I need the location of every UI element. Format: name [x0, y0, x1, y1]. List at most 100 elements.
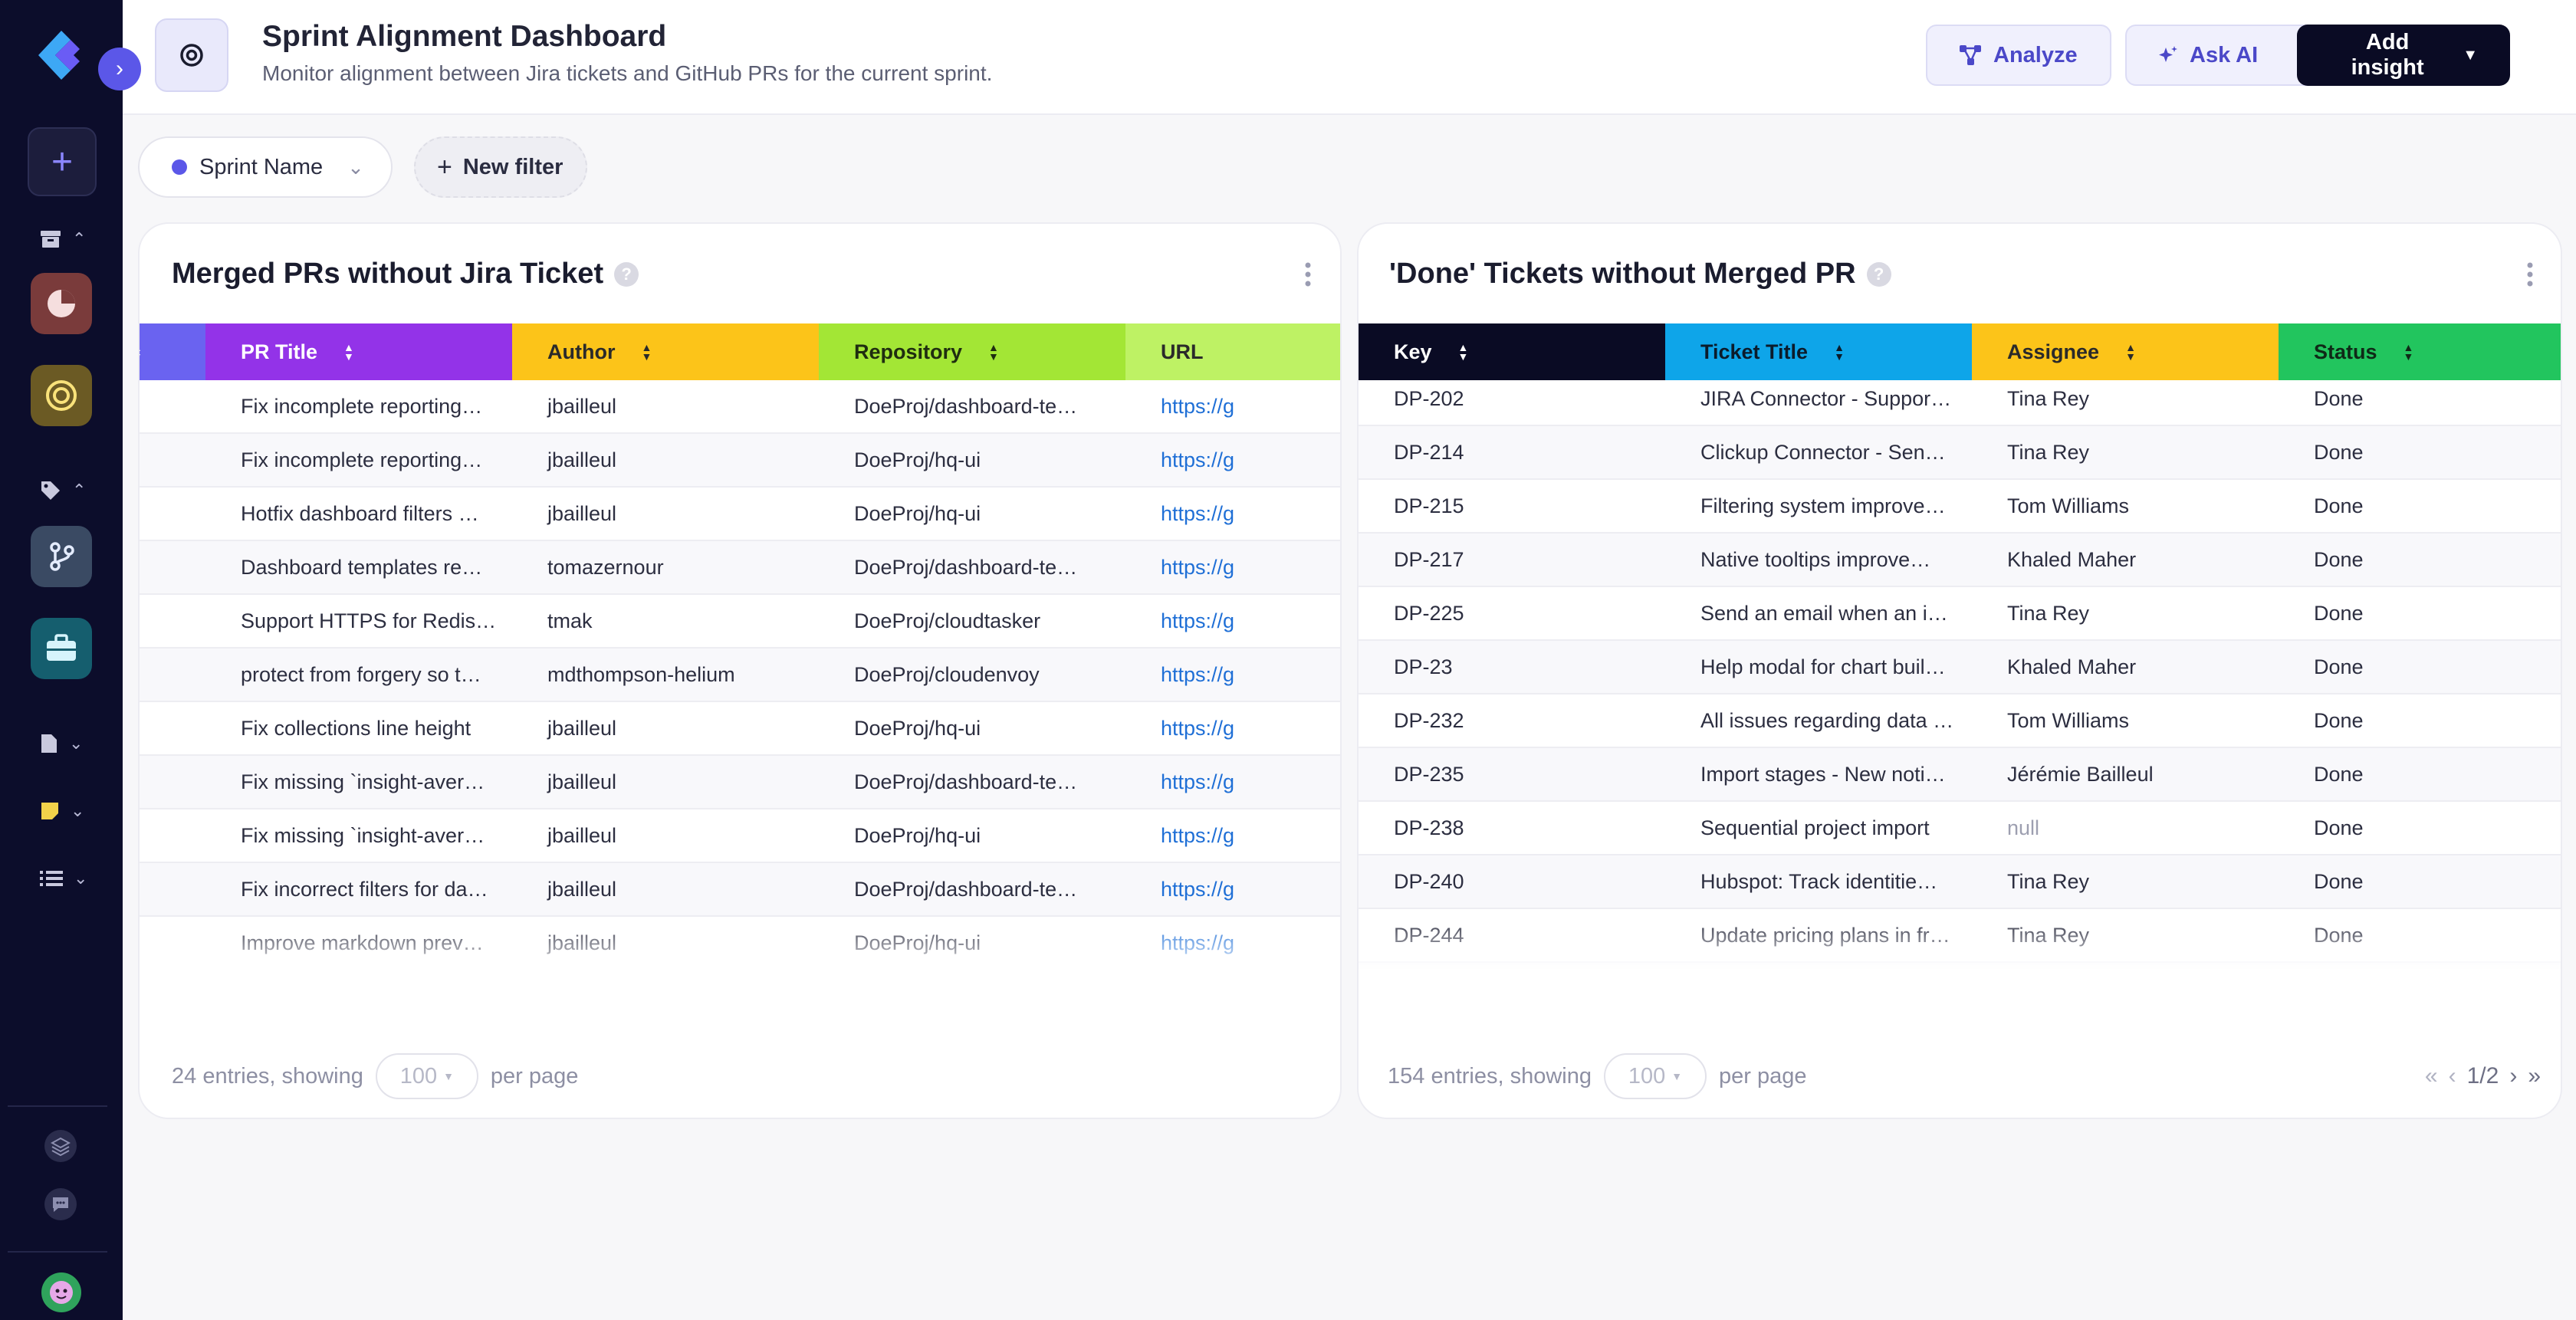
sort-icon[interactable]: ▲▼ — [140, 342, 143, 362]
table-cell-link[interactable]: https://g — [1125, 448, 1340, 472]
table-row[interactable]: 20 Fix incorrect filters for da… jbailleul… — [140, 863, 1340, 917]
create-new-button[interactable]: + — [28, 127, 97, 196]
table-cell: Done — [2314, 494, 2364, 517]
layers-icon[interactable] — [44, 1130, 77, 1162]
table-row[interactable]: DP-235 Import stages - New noti… Jérémie B… — [1359, 748, 2561, 802]
table-row[interactable]: DP-217 Native tooltips improve… Khaled Mah… — [1359, 534, 2561, 587]
document-icon — [41, 734, 57, 753]
sidebar-archive-group-toggle[interactable]: ⌃ — [40, 225, 94, 253]
per-page-select[interactable]: 100 ▼ — [375, 1053, 478, 1099]
column-header[interactable]: Repository ▲ ▼ — [819, 323, 1125, 380]
prev-page-icon[interactable]: ‹ — [2449, 1063, 2456, 1089]
next-page-icon[interactable]: › — [2509, 1063, 2517, 1089]
sidebar-app-workspace[interactable] — [31, 618, 92, 679]
table-row[interactable]: DP-232 All issues regarding data … Tom Wil… — [1359, 694, 2561, 748]
user-avatar[interactable] — [41, 1272, 81, 1312]
table-row[interactable]: DP-240 Hubspot: Track identitie… Tina Rey D… — [1359, 855, 2561, 909]
ask-ai-label: Ask AI — [2190, 42, 2259, 67]
table-row[interactable]: DP-214 Clickup Connector - Sen… Tina Rey Do… — [1359, 426, 2561, 480]
sprint-name-filter[interactable]: Sprint Name ⌄ — [138, 136, 393, 198]
table-row[interactable]: 19 Fix missing `insight-aver… jbailleul Doe… — [140, 809, 1340, 863]
table-row[interactable]: DP-23 Help modal for chart buil… Khaled Ma… — [1359, 641, 2561, 694]
analyze-button[interactable]: Analyze — [1926, 25, 2111, 86]
table-row[interactable]: DP-238 Sequential project import null Done — [1359, 802, 2561, 855]
new-filter-button[interactable]: + New filter — [414, 136, 587, 198]
table-row[interactable]: 24 protect from forgery so t… mdthompson-h… — [140, 649, 1340, 702]
table-cell-link[interactable]: https://g — [1125, 824, 1340, 848]
last-page-icon[interactable]: » — [2528, 1063, 2541, 1089]
table-cell-link[interactable]: https://g — [1125, 770, 1340, 794]
sidebar-app-git[interactable] — [31, 526, 92, 587]
per-page-select[interactable]: 100 ▼ — [1604, 1053, 1707, 1099]
table-cell: jbailleul — [547, 394, 617, 418]
column-header[interactable]: PR Title ▲ ▼ — [205, 323, 512, 380]
more-vertical-icon[interactable] — [2522, 259, 2538, 290]
column-header[interactable]: URL — [1125, 323, 1340, 380]
table-cell-link[interactable]: https://g — [1125, 878, 1340, 901]
expand-sidebar-button[interactable]: › — [98, 48, 141, 90]
sort-icon[interactable]: ▲▼ — [1458, 342, 1469, 362]
table-cell: JIRA Connector - Suppor… — [1700, 386, 1952, 410]
add-insight-button[interactable]: Add insight ▼ — [2297, 25, 2510, 86]
chevron-up-icon: ⌃ — [72, 229, 87, 248]
table-cell: null — [2007, 816, 2040, 839]
table-cell: Dashboard templates re… — [241, 555, 483, 579]
sort-icon[interactable]: ▲▼ — [343, 342, 354, 362]
sort-icon[interactable]: ▲▼ — [1834, 342, 1845, 362]
sort-icon[interactable]: ▲▼ — [641, 342, 652, 362]
table-row[interactable]: 21 Support HTTPS for Redis … tmak DoeProj/c… — [140, 595, 1340, 649]
table-cell: Hubspot: Track identitie… — [1700, 869, 1938, 893]
table-row[interactable]: 09 Hotfix dashboard filters … jbailleul Doe… — [140, 488, 1340, 541]
column-header[interactable]: Assignee ▲ ▼ — [1972, 323, 2279, 380]
table-cell: DP-240 — [1394, 869, 1464, 893]
table-row[interactable]: 29 Fix collections line height jbailleul Do… — [140, 702, 1340, 756]
table-row[interactable]: DP-225 Send an email when an in… Tina Rey D… — [1359, 587, 2561, 641]
table-cell-link[interactable]: https://g — [1125, 502, 1340, 526]
table-cell: jbailleul — [547, 716, 617, 740]
dashboard-target-icon[interactable] — [155, 18, 228, 92]
table-cell-link[interactable]: https://g — [1125, 395, 1340, 419]
table-cell: Filtering system improve… — [1700, 494, 1946, 517]
table-row[interactable]: 29 Fix incomplete reporting… jbailleul DoeP… — [140, 380, 1340, 434]
sidebar-app-reports[interactable] — [31, 273, 92, 334]
sort-icon[interactable]: ▲▼ — [2404, 342, 2414, 362]
sidebar-app-dashboard[interactable] — [31, 365, 92, 426]
table-cell: DoeProj/dashboard-te… — [854, 770, 1078, 793]
pr-table[interactable]: ▲▼ PR Title ▲▼ Author ▲▼ Repository ▲▼ URL 29 Fi… — [140, 323, 1340, 969]
column-header[interactable]: Author ▲ ▼ — [512, 323, 819, 380]
table-cell: Done — [2314, 386, 2364, 410]
sort-icon[interactable]: ▲▼ — [2125, 342, 2136, 362]
first-page-icon[interactable]: « — [2425, 1063, 2438, 1089]
table-cell-link[interactable]: https://g — [1125, 717, 1340, 740]
table-cell: 20 — [140, 878, 205, 901]
column-header[interactable]: Ticket Title ▲ ▼ — [1665, 323, 1972, 380]
column-header-label: Assignee — [2007, 340, 2100, 363]
help-icon[interactable]: ? — [1866, 261, 1891, 287]
table-row[interactable]: 19 Fix missing `insight-aver… jbailleul Doe… — [140, 756, 1340, 809]
sidebar-lists-group-toggle[interactable]: ⌄ — [40, 865, 94, 892]
table-cell: tmak — [547, 609, 593, 632]
table-row[interactable]: DP-202 JIRA Connector - Suppor… Tina Rey Do… — [1359, 373, 2561, 426]
table-cell: 19 — [140, 770, 205, 794]
table-cell-link[interactable]: https://g — [1125, 609, 1340, 633]
sidebar-tags-group-toggle[interactable]: ⌃ — [40, 477, 94, 504]
help-icon[interactable]: ? — [614, 261, 639, 287]
app-logo-icon[interactable] — [31, 28, 92, 83]
sidebar-documents-group-toggle[interactable]: ⌄ — [40, 730, 94, 757]
table-row[interactable]: 29 Fix incomplete reporting… jbailleul DoeP… — [140, 434, 1340, 488]
ticket-table[interactable]: Key ▲ ▼ Ticket Title ▲ ▼ Assignee ▲ ▼ Status ▲ ▼ DP… — [1359, 323, 2561, 969]
chat-icon[interactable] — [44, 1188, 77, 1220]
sidebar-notes-group-toggle[interactable]: ⌄ — [40, 797, 94, 825]
column-header[interactable]: ▲▼ — [140, 323, 205, 380]
chevron-down-icon: ⌄ — [69, 734, 84, 753]
column-header[interactable]: Status ▲ ▼ — [2279, 323, 2561, 380]
table-cell-link[interactable]: https://g — [1125, 663, 1340, 687]
more-vertical-icon[interactable] — [1300, 259, 1316, 290]
sort-icon[interactable]: ▲▼ — [988, 342, 999, 362]
table-cell-link[interactable]: https://g — [1125, 556, 1340, 580]
column-header[interactable]: Key ▲ ▼ — [1359, 323, 1665, 380]
table-row[interactable]: DP-215 Filtering system improve… Tom Willi… — [1359, 480, 2561, 534]
done-tickets-without-pr-card: 'Done' Tickets without Merged PR ? Key ▲ ▼… — [1357, 222, 2562, 1119]
table-cell: Tina Rey — [2007, 440, 2090, 464]
table-row[interactable]: 6 Dashboard templates re… tomazernour DoePr… — [140, 541, 1340, 595]
